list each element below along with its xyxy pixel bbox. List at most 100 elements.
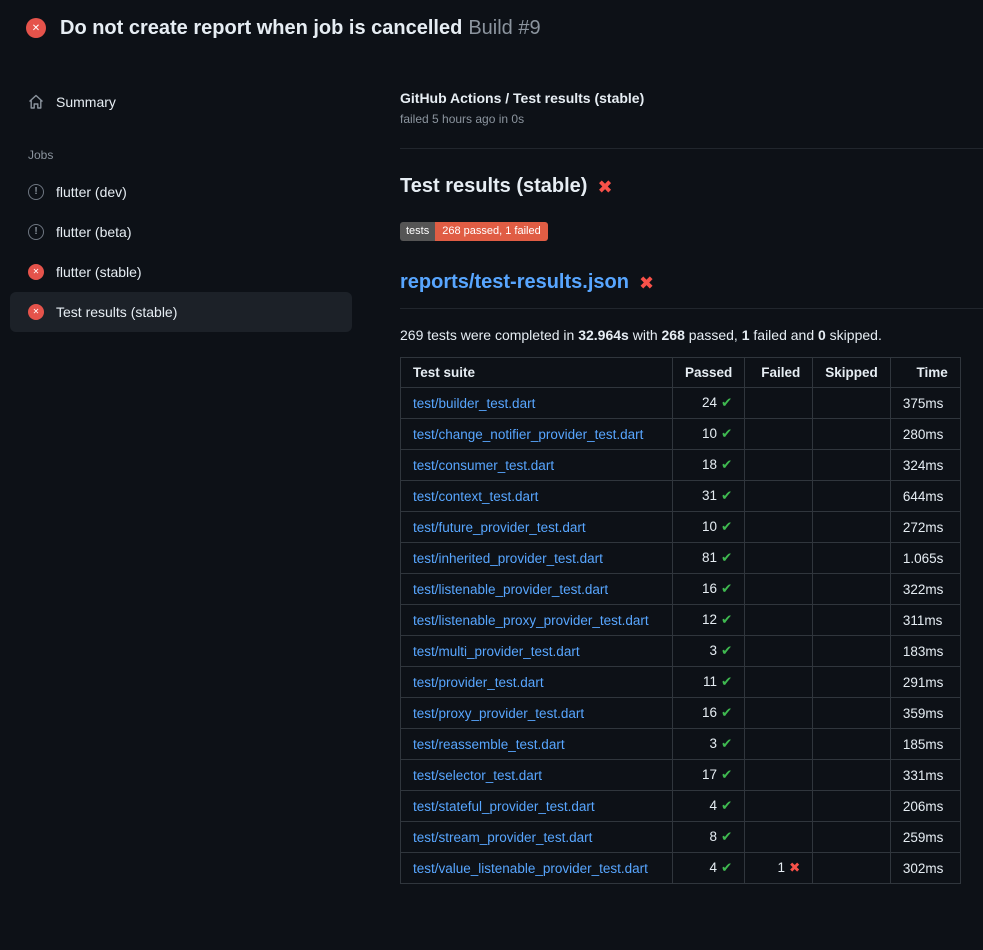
suite-cell: test/context_test.dart [401,481,673,512]
passed-count: 12 [702,612,717,627]
x-icon: ✕ [32,23,40,34]
skipped-cell [813,636,891,667]
suite-link[interactable]: test/change_notifier_provider_test.dart [413,427,643,442]
passed-cell: 4✔ [673,791,745,822]
suite-link[interactable]: test/stream_provider_test.dart [413,830,592,845]
report-file-link[interactable]: reports/test-results.json [400,271,629,294]
time-cell: 311ms [890,605,960,636]
failed-cell [745,791,813,822]
suite-link[interactable]: test/multi_provider_test.dart [413,644,580,659]
failed-x-icon: ✖ [639,274,654,292]
report-file-heading: reports/test-results.json ✖ [400,271,983,309]
check-icon: ✔ [721,736,732,751]
job-label: flutter (stable) [56,264,142,280]
job-status-icon: ✕ [28,304,44,320]
failed-cell [745,760,813,791]
passed-cell: 16✔ [673,698,745,729]
job-label: flutter (beta) [56,224,131,240]
run-failed-status-icon: ✕ [26,18,46,38]
table-row: test/stream_provider_test.dart 8✔ 259ms [401,822,961,853]
suite-cell: test/listenable_provider_test.dart [401,574,673,605]
section-title: Test results (stable) ✖ [400,175,983,198]
suite-link[interactable]: test/stateful_provider_test.dart [413,799,595,814]
skipped-cell [813,791,891,822]
passed-cell: 12 ✔ [673,605,745,636]
suite-link[interactable]: test/reassemble_test.dart [413,737,565,752]
skipped-cell [813,419,891,450]
main-content: GitHub Actions / Test results (stable) f… [400,56,983,908]
passed-cell: 18 ✔ [673,450,745,481]
table-row: test/proxy_provider_test.dart 16✔ 359ms [401,698,961,729]
failed-cell [745,667,813,698]
check-icon: ✔ [721,767,732,782]
build-number: Build #9 [468,17,540,39]
skipped-cell [813,760,891,791]
sidebar-item-label: Summary [56,94,116,110]
suite-link[interactable]: test/builder_test.dart [413,396,535,411]
sidebar-job-item[interactable]: ✕ flutter (stable) [10,252,352,292]
sidebar-job-item[interactable]: ! flutter (beta) [10,212,352,252]
tests-badge: tests 268 passed, 1 failed [400,222,548,241]
sidebar-item-summary[interactable]: Summary [10,82,352,122]
sidebar-job-item[interactable]: ! flutter (dev) [10,172,352,212]
check-icon: ✔ [721,829,732,844]
check-icon: ✔ [721,643,732,658]
table-row: test/consumer_test.dart 18✔ 324ms [401,450,961,481]
check-icon: ✔ [721,674,732,689]
summary-segment: 269 tests were completed in [400,327,578,343]
table-row: test/stateful_provider_test.dart 4✔ 206m… [401,791,961,822]
passed-count: 18 [702,457,717,472]
skipped-cell [813,481,891,512]
suite-link[interactable]: test/proxy_provider_test.dart [413,706,584,721]
suite-cell: test/selector_test.dart [401,760,673,791]
passed-cell: 17✔ [673,760,745,791]
suite-cell: test/provider_test.dart [401,667,673,698]
check-icon: ✔ [721,395,732,410]
check-icon: ✔ [721,612,732,627]
skipped-cell [813,574,891,605]
passed-cell: 4✔ [673,853,745,884]
suite-link[interactable]: test/provider_test.dart [413,675,544,690]
passed-cell: 81✔ [673,543,745,574]
suite-cell: test/stream_provider_test.dart [401,822,673,853]
table-row: test/listenable_provider_test.dart 16✔ 3… [401,574,961,605]
table-row: test/listenable_proxy_provider_test.dart… [401,605,961,636]
check-icon: ✔ [721,550,732,565]
time-cell: 331ms [890,760,960,791]
time-cell: 322ms [890,574,960,605]
job-status-icon: ! [28,224,44,240]
suite-cell: test/consumer_test.dart [401,450,673,481]
badge-label: tests [400,222,435,241]
summary-segment: 0 [818,327,826,343]
suite-link[interactable]: test/inherited_provider_test.dart [413,551,603,566]
suite-link[interactable]: test/future_provider_test.dart [413,520,586,535]
skipped-cell [813,388,891,419]
failed-cell [745,543,813,574]
divider [400,148,983,149]
skipped-cell [813,450,891,481]
summary-segment: 268 [662,327,685,343]
suite-link[interactable]: test/context_test.dart [413,489,538,504]
home-icon [28,94,44,110]
passed-count: 31 [702,488,717,503]
check-icon: ✔ [721,457,732,472]
check-icon: ✔ [721,488,732,503]
table-row: test/provider_test.dart 11✔ 291ms [401,667,961,698]
job-label: Test results (stable) [56,304,177,320]
suite-link[interactable]: test/selector_test.dart [413,768,542,783]
suite-link[interactable]: test/consumer_test.dart [413,458,554,473]
suite-link[interactable]: test/value_listenable_provider_test.dart [413,861,648,876]
suite-link[interactable]: test/listenable_proxy_provider_test.dart [413,613,649,628]
suite-link[interactable]: test/listenable_provider_test.dart [413,582,608,597]
time-cell: 302ms [890,853,960,884]
time-cell: 1.065s [890,543,960,574]
sidebar-job-item[interactable]: ✕ Test results (stable) [10,292,352,332]
passed-cell: 8✔ [673,822,745,853]
time-cell: 272ms [890,512,960,543]
suite-cell: test/change_notifier_provider_test.dart [401,419,673,450]
table-row: test/future_provider_test.dart 10✔ 272ms [401,512,961,543]
skipped-cell [813,605,891,636]
passed-cell: 16✔ [673,574,745,605]
passed-count: 11 [703,674,717,689]
col-header-failed: Failed [745,358,813,388]
